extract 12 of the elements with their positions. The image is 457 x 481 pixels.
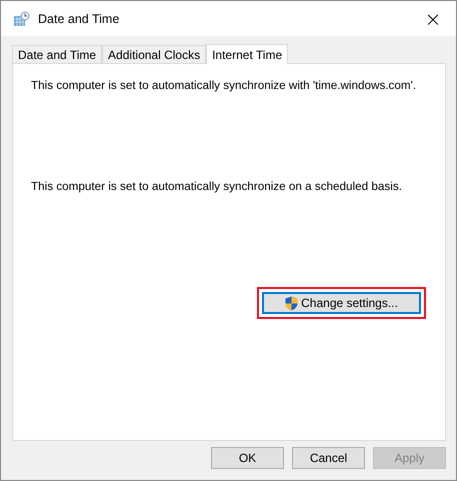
change-settings-button[interactable]: Change settings...	[262, 292, 421, 314]
dialog-button[interactable]: Cancel	[292, 447, 365, 469]
tab[interactable]: Date and Time	[12, 45, 102, 63]
tab[interactable]: Additional Clocks	[102, 45, 206, 63]
status-text: This computer is set to automatically synchronize on a scheduled basis.	[31, 180, 403, 193]
close-button[interactable]: ×	[410, 1, 456, 36]
window-title: Date and Time	[38, 12, 120, 26]
status-text: This computer is set to automatically synchronize with 'time.windows.com'.	[31, 79, 418, 92]
dialog-button[interactable]: OK	[211, 447, 284, 469]
tab[interactable]: Internet Time	[206, 44, 288, 64]
calendar-clock-icon	[13, 10, 30, 26]
shield-icon	[285, 296, 298, 310]
